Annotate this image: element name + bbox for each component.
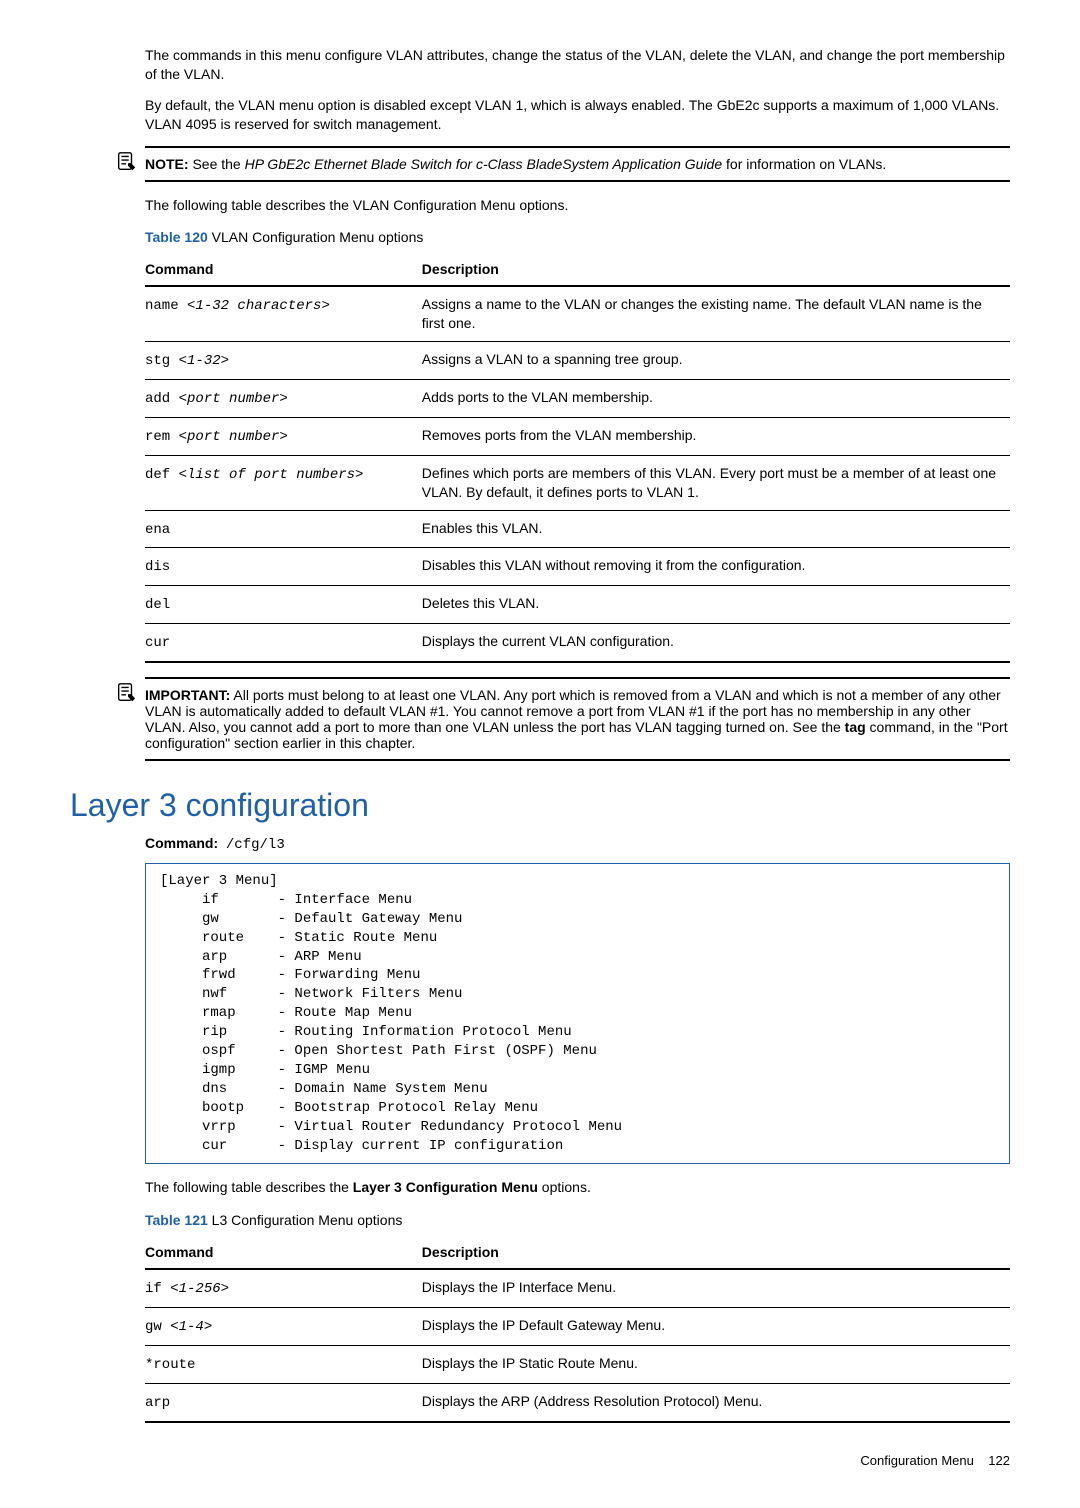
intro-paragraph-2: By default, the VLAN menu option is disa… <box>145 96 1010 134</box>
description-cell: Removes ports from the VLAN membership. <box>422 417 1010 455</box>
command-cell: ena <box>145 510 422 548</box>
th-command: Command <box>145 1236 422 1269</box>
command-cell: def <list of port numbers> <box>145 455 422 510</box>
table121-caption: Table 121 L3 Configuration Menu options <box>145 1211 1010 1230</box>
description-cell: Adds ports to the VLAN membership. <box>422 380 1010 418</box>
command-line: Command: /cfg/l3 <box>145 834 1010 855</box>
command-cell: dis <box>145 548 422 586</box>
table-row: arpDisplays the ARP (Address Resolution … <box>145 1383 1010 1421</box>
command-cell: add <port number> <box>145 380 422 418</box>
th-command: Command <box>145 253 422 286</box>
intro-paragraph-1: The commands in this menu configure VLAN… <box>145 46 1010 84</box>
table-row: name <1-32 characters>Assigns a name to … <box>145 286 1010 341</box>
page-footer: Configuration Menu 122 <box>145 1453 1010 1468</box>
table-row: if <1-256>Displays the IP Interface Menu… <box>145 1269 1010 1307</box>
table-row: add <port number>Adds ports to the VLAN … <box>145 380 1010 418</box>
description-cell: Assigns a name to the VLAN or changes th… <box>422 286 1010 341</box>
table-row: curDisplays the current VLAN configurati… <box>145 624 1010 662</box>
table-row: enaEnables this VLAN. <box>145 510 1010 548</box>
table-row: delDeletes this VLAN. <box>145 586 1010 624</box>
note-icon <box>115 150 137 176</box>
table-row: rem <port number>Removes ports from the … <box>145 417 1010 455</box>
important-label: IMPORTANT: <box>145 687 230 703</box>
description-cell: Displays the current VLAN configuration. <box>422 624 1010 662</box>
table120-intro: The following table describes the VLAN C… <box>145 196 1010 215</box>
command-cell: gw <1-4> <box>145 1308 422 1346</box>
code-box: [Layer 3 Menu] if - Interface Menu gw - … <box>145 863 1010 1164</box>
table-row: disDisables this VLAN without removing i… <box>145 548 1010 586</box>
description-cell: Defines which ports are members of this … <box>422 455 1010 510</box>
important-icon <box>115 681 137 707</box>
note-block: NOTE: See the HP GbE2c Ethernet Blade Sw… <box>145 146 1010 182</box>
command-cell: if <1-256> <box>145 1269 422 1307</box>
th-description: Description <box>422 253 1010 286</box>
command-cell: arp <box>145 1383 422 1421</box>
description-cell: Displays the ARP (Address Resolution Pro… <box>422 1383 1010 1421</box>
description-cell: Displays the IP Static Route Menu. <box>422 1345 1010 1383</box>
description-cell: Deletes this VLAN. <box>422 586 1010 624</box>
section-heading: Layer 3 configuration <box>70 787 1010 824</box>
description-cell: Enables this VLAN. <box>422 510 1010 548</box>
table-row: def <list of port numbers>Defines which … <box>145 455 1010 510</box>
th-description: Description <box>422 1236 1010 1269</box>
description-cell: Disables this VLAN without removing it f… <box>422 548 1010 586</box>
table-row: stg <1-32>Assigns a VLAN to a spanning t… <box>145 342 1010 380</box>
note-label: NOTE: <box>145 156 189 172</box>
command-cell: stg <1-32> <box>145 342 422 380</box>
table-row: gw <1-4>Displays the IP Default Gateway … <box>145 1308 1010 1346</box>
command-cell: rem <port number> <box>145 417 422 455</box>
table121-intro: The following table describes the Layer … <box>145 1178 1010 1197</box>
command-cell: del <box>145 586 422 624</box>
command-cell: cur <box>145 624 422 662</box>
important-block: IMPORTANT: All ports must belong to at l… <box>145 677 1010 761</box>
command-cell: name <1-32 characters> <box>145 286 422 341</box>
table121: Command Description if <1-256>Displays t… <box>145 1236 1010 1423</box>
description-cell: Displays the IP Interface Menu. <box>422 1269 1010 1307</box>
table120-caption: Table 120 VLAN Configuration Menu option… <box>145 228 1010 247</box>
description-cell: Assigns a VLAN to a spanning tree group. <box>422 342 1010 380</box>
description-cell: Displays the IP Default Gateway Menu. <box>422 1308 1010 1346</box>
table-row: *routeDisplays the IP Static Route Menu. <box>145 1345 1010 1383</box>
command-cell: *route <box>145 1345 422 1383</box>
note-italic: HP GbE2c Ethernet Blade Switch for c-Cla… <box>245 156 723 172</box>
table120: Command Description name <1-32 character… <box>145 253 1010 663</box>
